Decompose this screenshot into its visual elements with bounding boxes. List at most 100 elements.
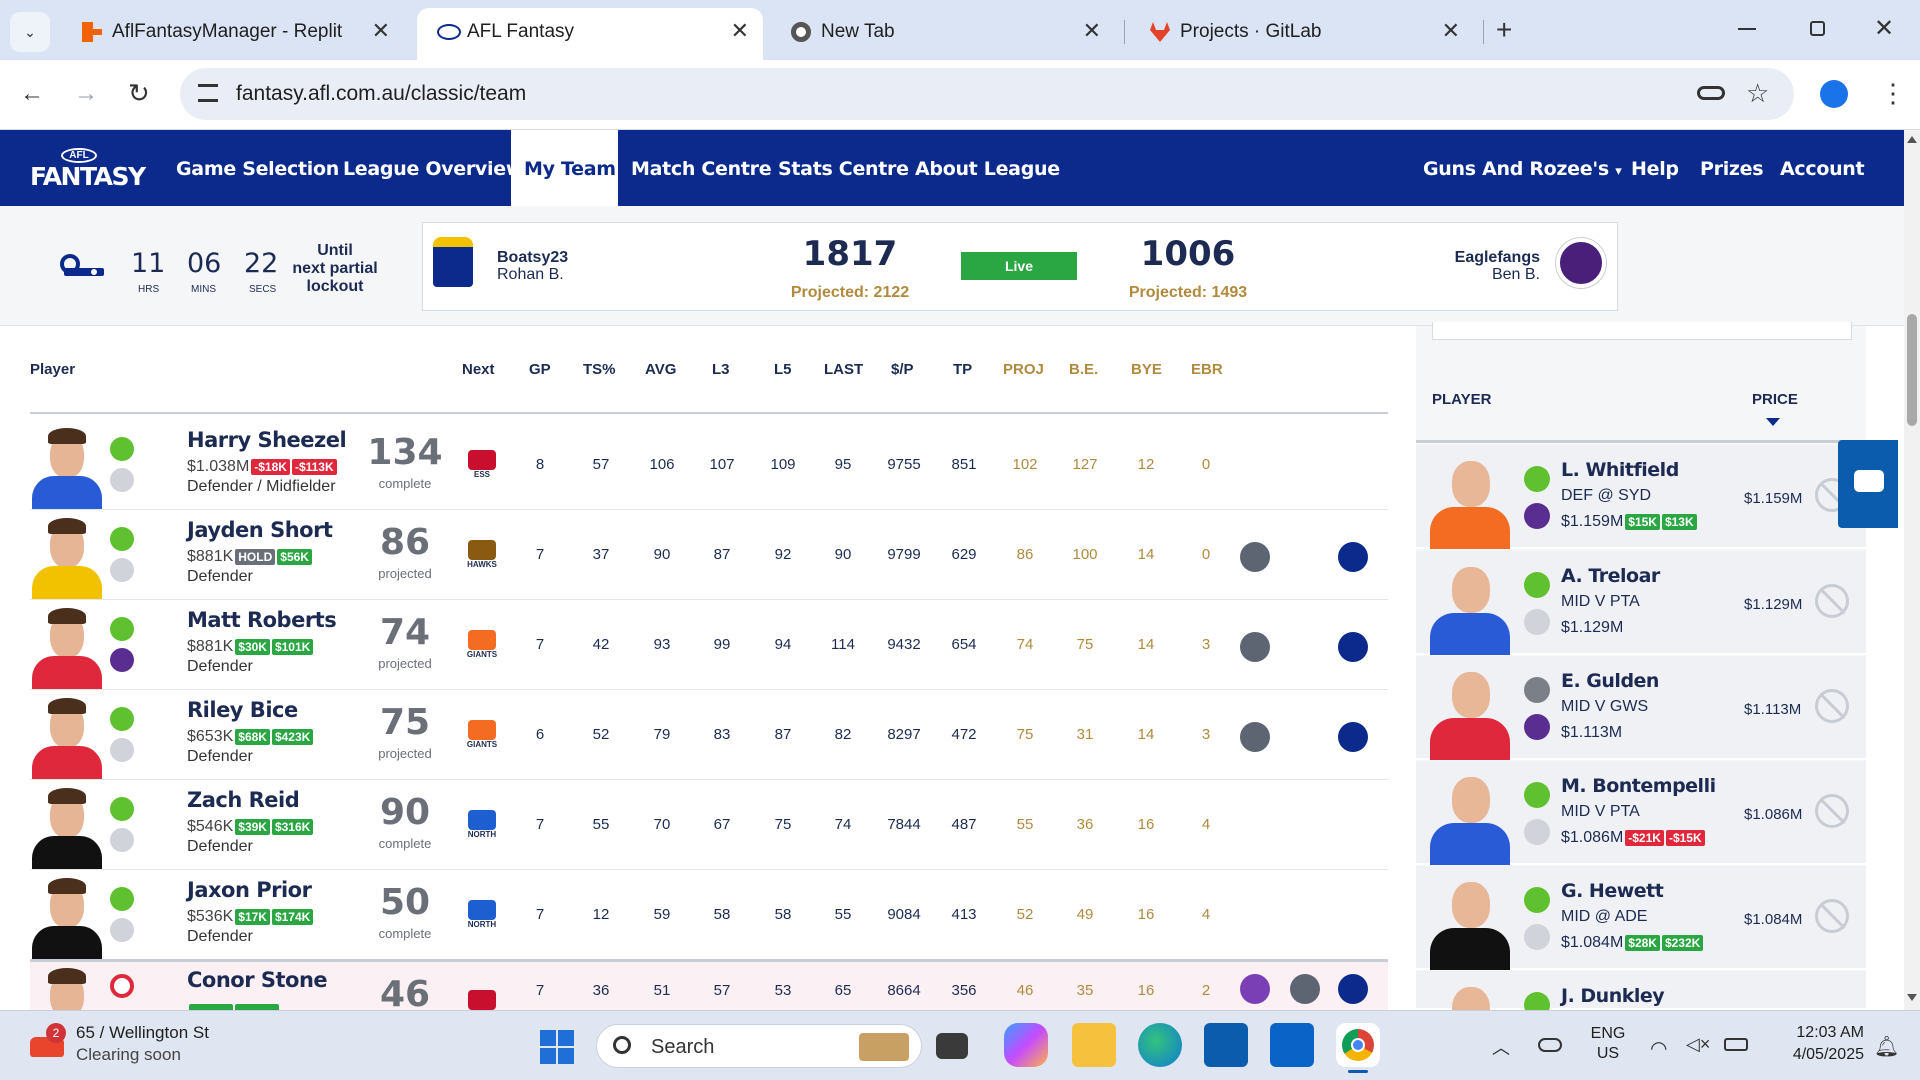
col-header-proj[interactable]: PROJ xyxy=(1003,361,1044,378)
table-row[interactable]: Jayden Short $881K HOLD $56K Defender 86 proje… xyxy=(30,510,1388,600)
col-header-be[interactable]: B.E. xyxy=(1069,361,1098,378)
star-icon[interactable] xyxy=(1524,714,1550,740)
nav-match-centre[interactable]: Match Centre xyxy=(631,158,772,180)
table-row[interactable]: Zach Reid $546K $39K $316K Defender 90 complet… xyxy=(30,780,1388,870)
bookmark-star-icon[interactable]: ☆ xyxy=(1746,78,1769,109)
tab-gitlab[interactable]: Projects · GitLab ✕ xyxy=(1130,8,1474,60)
weather-widget[interactable]: 2 65 / Wellington St Clearing soon xyxy=(26,1023,266,1067)
show-hidden-icons[interactable]: ︿ xyxy=(1492,1034,1510,1060)
notes-clipboard-icon[interactable] xyxy=(1338,632,1368,662)
side-player-name[interactable]: M. Bontempelli xyxy=(1561,775,1716,797)
star-icon[interactable] xyxy=(1524,924,1550,950)
notes-clipboard-icon[interactable] xyxy=(1338,722,1368,752)
col-header-player[interactable]: Player xyxy=(30,361,75,378)
player-name[interactable]: Harry Sheezel xyxy=(187,428,347,452)
profile-avatar-icon[interactable] xyxy=(1820,80,1848,108)
col-header-tp[interactable]: TP xyxy=(953,361,972,378)
forward-icon[interactable]: → xyxy=(74,80,98,108)
close-icon[interactable]: ✕ xyxy=(731,18,749,44)
col-header-ebr[interactable]: EBR xyxy=(1191,361,1223,378)
col-header-avg[interactable]: AVG xyxy=(645,361,676,378)
nav-league-overview[interactable]: League Overview xyxy=(343,158,523,180)
player-name[interactable]: Jayden Short xyxy=(187,518,333,542)
onedrive-icon[interactable] xyxy=(1538,1038,1562,1052)
star-icon[interactable] xyxy=(110,918,134,942)
player-name[interactable]: Jaxon Prior xyxy=(187,878,312,902)
star-icon[interactable] xyxy=(110,828,134,852)
star-icon[interactable] xyxy=(1524,609,1550,635)
menu-kebab-icon[interactable]: ⋮ xyxy=(1880,78,1906,109)
close-window-icon[interactable]: ✕ xyxy=(1874,14,1894,43)
player-photo[interactable] xyxy=(30,518,102,600)
next-opponent-logo[interactable]: GIANTS xyxy=(462,630,502,660)
unavailable-ban-icon[interactable] xyxy=(1815,584,1849,618)
thumbs-up-icon[interactable] xyxy=(1524,572,1550,598)
new-tab-plus-icon[interactable]: + xyxy=(1496,14,1512,46)
side-col-player[interactable]: PLAYER xyxy=(1432,391,1491,408)
next-opponent-logo[interactable]: HAWKS xyxy=(462,540,502,570)
site-info-icon[interactable] xyxy=(198,84,218,102)
language-indicator[interactable]: ENG US xyxy=(1588,1024,1628,1064)
wifi-icon[interactable]: ◠ xyxy=(1650,1036,1667,1061)
side-player-name[interactable]: L. Whitfield xyxy=(1561,459,1679,481)
nav-about-league[interactable]: About League xyxy=(915,158,1060,180)
notes-clipboard-icon[interactable] xyxy=(1338,542,1368,572)
tab-replit[interactable]: AflFantasyManager - Replit ✕ xyxy=(62,8,404,60)
tab-new-tab[interactable]: New Tab ✕ xyxy=(771,8,1115,60)
col-header-l5[interactable]: L5 xyxy=(774,361,792,378)
edge-icon[interactable] xyxy=(1138,1023,1182,1067)
table-row[interactable]: Riley Bice $653K $68K $423K Defender 75 projec… xyxy=(30,690,1388,780)
url-text[interactable]: fantasy.afl.com.au/classic/team xyxy=(236,82,526,106)
thumbs-up-icon[interactable] xyxy=(1524,466,1550,492)
outlook-icon[interactable] xyxy=(1270,1023,1314,1067)
page-scrollbar[interactable] xyxy=(1904,130,1920,1010)
side-player-name[interactable]: G. Hewett xyxy=(1561,880,1664,902)
side-player-name[interactable]: E. Gulden xyxy=(1561,670,1659,692)
chrome-taskbar-icon[interactable] xyxy=(1336,1023,1380,1067)
col-header-pp[interactable]: $/P xyxy=(891,361,914,378)
minimize-icon[interactable] xyxy=(1738,28,1756,30)
player-name[interactable]: Riley Bice xyxy=(187,698,298,722)
copilot-icon[interactable] xyxy=(1004,1023,1048,1067)
table-row[interactable]: Harry Sheezel $1.038M -$18K -$113K Defender … xyxy=(30,420,1388,510)
thumbs-up-icon[interactable] xyxy=(1524,782,1550,808)
sort-desc-icon[interactable] xyxy=(1766,418,1780,426)
side-player-name[interactable]: A. Treloar xyxy=(1561,565,1660,587)
player-photo[interactable] xyxy=(30,878,102,960)
next-opponent-logo[interactable]: ESS xyxy=(462,450,502,480)
unavailable-ban-icon[interactable] xyxy=(1815,689,1849,723)
star-icon[interactable] xyxy=(110,468,134,492)
table-row[interactable]: Matt Roberts $881K $30K $101K Defender 74 proj… xyxy=(30,600,1388,690)
unavailable-ban-icon[interactable] xyxy=(1815,899,1849,933)
scroll-up-icon[interactable] xyxy=(1907,136,1917,143)
afl-fantasy-logo[interactable]: AFL FANTASY xyxy=(30,145,146,195)
star-icon[interactable] xyxy=(110,558,134,582)
thumbs-up-icon[interactable] xyxy=(1524,887,1550,913)
battery-icon[interactable] xyxy=(1724,1038,1748,1051)
side-player-name[interactable]: J. Dunkley xyxy=(1561,985,1665,1007)
col-header-next[interactable]: Next xyxy=(462,361,495,378)
side-search-input[interactable] xyxy=(1432,322,1852,340)
task-view-icon[interactable] xyxy=(936,1033,968,1059)
tab-search-button[interactable]: ⌄ xyxy=(10,12,50,52)
thumbs-up-icon[interactable] xyxy=(110,437,134,461)
nav-help[interactable]: Help xyxy=(1631,158,1679,180)
nav-game-selection[interactable]: Game Selection xyxy=(176,158,339,180)
nav-my-team[interactable]: My Team xyxy=(524,158,616,180)
thumbs-up-icon[interactable] xyxy=(110,527,134,551)
player-photo[interactable] xyxy=(30,788,102,870)
trade-shuffle-icon[interactable] xyxy=(1240,542,1270,572)
restore-icon[interactable] xyxy=(1810,21,1825,36)
locked-icon[interactable] xyxy=(1524,677,1550,703)
notes-clipboard-icon[interactable] xyxy=(1338,974,1368,1004)
nav-account[interactable]: Account xyxy=(1780,158,1865,180)
trade-shuffle-icon[interactable] xyxy=(1240,722,1270,752)
nav-stats-centre[interactable]: Stats Centre xyxy=(778,158,909,180)
close-icon[interactable]: ✕ xyxy=(1083,18,1101,44)
col-header-ts[interactable]: TS% xyxy=(583,361,616,378)
col-header-gp[interactable]: GP xyxy=(529,361,551,378)
col-header-bye[interactable]: BYE xyxy=(1131,361,1162,378)
col-header-l3[interactable]: L3 xyxy=(712,361,730,378)
col-header-last[interactable]: LAST xyxy=(824,361,863,378)
volume-mute-icon[interactable]: ◁× xyxy=(1686,1034,1710,1055)
